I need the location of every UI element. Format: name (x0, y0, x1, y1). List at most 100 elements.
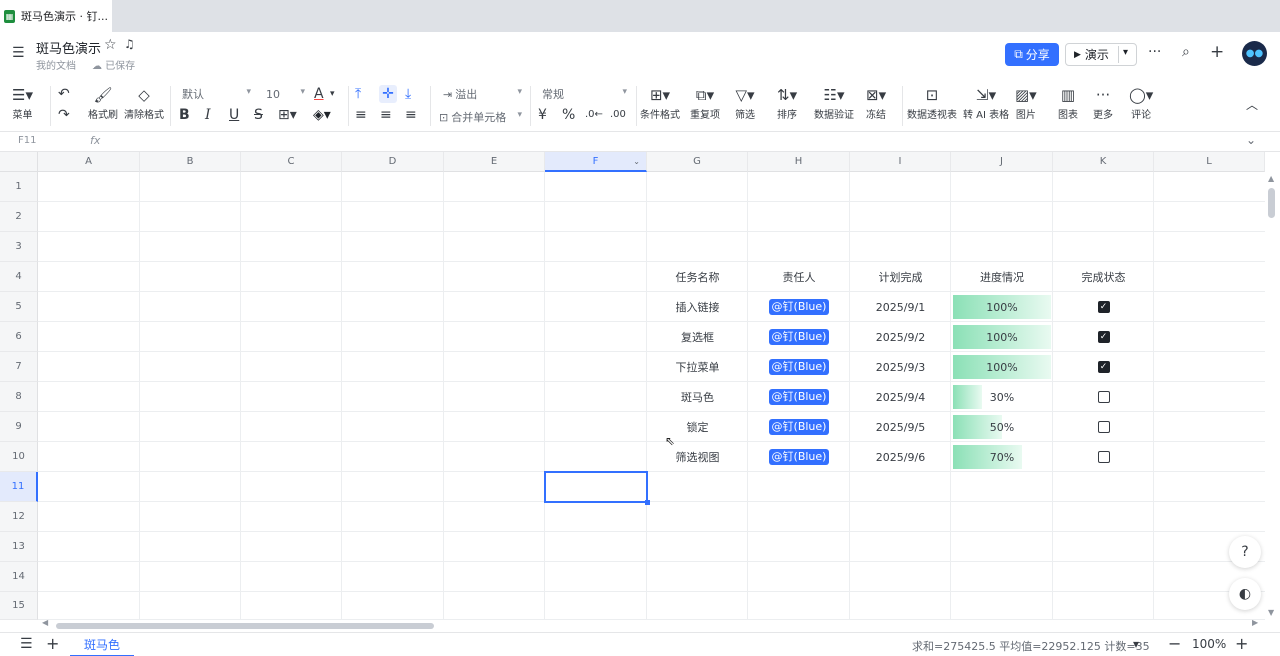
date-cell[interactable]: 2025/9/6 (850, 442, 951, 472)
percent-icon[interactable]: % (562, 106, 575, 124)
spreadsheet-grid[interactable]: A B C D E F ⌄ G H I J K L 1 2 3 4 5 6 7 8 9 10 11 12 13 14 15 任务名称 责任… (0, 152, 1280, 620)
strikethrough-icon[interactable]: S (254, 106, 263, 124)
font-color-icon[interactable]: A (314, 85, 324, 103)
menu-button[interactable]: ☰▾ 菜单 (12, 84, 33, 121)
scroll-down-icon[interactable]: ▼ (1268, 608, 1274, 617)
row-header-3[interactable]: 3 (0, 232, 38, 262)
font-size-select[interactable]: 10 ▾ (261, 84, 307, 104)
status-cell[interactable] (1053, 442, 1154, 472)
progress-value[interactable]: 100% (951, 295, 1053, 319)
column-header-b[interactable]: B (140, 152, 241, 172)
zoom-out-icon[interactable]: − (1168, 634, 1181, 653)
table-header[interactable]: 进度情况 (951, 262, 1053, 292)
underline-icon[interactable]: U (229, 106, 239, 124)
owner-cell[interactable]: @钉(Blue) (748, 382, 850, 412)
add-icon[interactable]: + (1210, 42, 1224, 62)
row-header-9[interactable]: 9 (0, 412, 38, 442)
image-button[interactable]: ▨▾ 图片 (1015, 84, 1037, 121)
task-name-cell[interactable]: 下拉菜单 (647, 352, 748, 382)
column-header-h[interactable]: H (748, 152, 850, 172)
zoom-level[interactable]: 100% (1192, 637, 1226, 651)
checkbox[interactable] (1097, 391, 1110, 403)
column-header-i[interactable]: I (850, 152, 951, 172)
table-header[interactable]: 责任人 (748, 262, 850, 292)
row-header-10[interactable]: 10 (0, 442, 38, 472)
help-button[interactable]: ? (1229, 536, 1261, 568)
chevron-down-icon[interactable]: ▾ (330, 85, 335, 103)
zoom-in-icon[interactable]: + (1235, 634, 1248, 653)
mention-chip[interactable]: @钉(Blue) (768, 389, 830, 405)
clear-format-button[interactable]: ◇ 清除格式 (124, 84, 164, 121)
theme-toggle-button[interactable]: ◐ (1229, 578, 1261, 610)
add-sheet-icon[interactable]: + (46, 634, 59, 653)
task-name-cell[interactable]: 斑马色 (647, 382, 748, 412)
date-cell[interactable]: 2025/9/5 (850, 412, 951, 442)
data-validation-button[interactable]: ☷▾ 数据验证 (814, 84, 854, 121)
task-name-cell[interactable]: 插入链接 (647, 292, 748, 322)
merge-cells-select[interactable]: ⊡ 合并单元格 ▾ (434, 107, 524, 127)
column-header-c[interactable]: C (241, 152, 342, 172)
date-cell[interactable]: 2025/9/2 (850, 322, 951, 352)
align-bottom-icon[interactable]: ⤓ (405, 85, 411, 103)
doc-title[interactable]: 斑马色演示 (36, 38, 101, 57)
column-header-a[interactable]: A (38, 152, 140, 172)
checkbox[interactable]: ✓ (1097, 301, 1110, 313)
task-name-cell[interactable]: 复选框 (647, 322, 748, 352)
align-middle-icon[interactable]: ✛ (379, 85, 397, 103)
task-name-cell[interactable]: 筛选视图 (647, 442, 748, 472)
cell-reference[interactable]: F11 (18, 135, 36, 146)
sheet-tab[interactable]: 斑马色 (70, 633, 134, 656)
owner-cell[interactable]: @钉(Blue) (748, 442, 850, 472)
row-header-11[interactable]: 11 (0, 472, 38, 502)
column-header-g[interactable]: G (647, 152, 748, 172)
bold-icon[interactable]: B (179, 106, 190, 124)
row-header-8[interactable]: 8 (0, 382, 38, 412)
share-button[interactable]: ⧉ 分享 (1005, 43, 1059, 66)
status-cell[interactable]: ✓ (1053, 352, 1154, 382)
italic-icon[interactable]: I (205, 106, 211, 124)
row-header-15[interactable]: 15 (0, 592, 38, 620)
undo-icon[interactable]: ↶ (58, 85, 70, 103)
status-cell[interactable] (1053, 412, 1154, 442)
doc-location[interactable]: 我的文档 (36, 57, 76, 72)
fill-handle[interactable] (645, 500, 650, 505)
progress-value[interactable]: 100% (951, 355, 1053, 379)
row-header-14[interactable]: 14 (0, 562, 38, 592)
mention-chip[interactable]: @钉(Blue) (768, 359, 830, 375)
redo-icon[interactable]: ↷ (58, 106, 70, 124)
checkbox[interactable] (1097, 421, 1110, 433)
table-header[interactable]: 完成状态 (1053, 262, 1154, 292)
mention-chip[interactable]: @钉(Blue) (768, 329, 830, 345)
vertical-scrollbar[interactable]: ▲ ▼ (1265, 172, 1280, 620)
date-cell[interactable]: 2025/9/1 (850, 292, 951, 322)
scroll-right-icon[interactable]: ▶ (1252, 618, 1258, 627)
decrease-decimal-icon[interactable]: .0← (585, 106, 603, 124)
align-center-icon[interactable]: ≡ (380, 106, 392, 124)
increase-decimal-icon[interactable]: .00 (610, 106, 626, 124)
row-header-7[interactable]: 7 (0, 352, 38, 382)
select-all-corner[interactable] (0, 152, 38, 172)
horizontal-scroll-thumb[interactable] (56, 623, 434, 629)
align-top-icon[interactable]: ⤒ (355, 85, 361, 103)
font-select[interactable]: 默认 ▾ (177, 84, 253, 104)
owner-cell[interactable]: @钉(Blue) (748, 412, 850, 442)
owner-cell[interactable]: @钉(Blue) (748, 292, 850, 322)
more-icon[interactable]: ··· (1148, 44, 1161, 60)
chevron-down-icon[interactable]: ⌄ (1246, 133, 1256, 147)
checkbox[interactable]: ✓ (1097, 361, 1110, 373)
comment-button[interactable]: ◯▾ 评论 (1129, 84, 1153, 121)
scroll-left-icon[interactable]: ◀ (42, 618, 48, 627)
filter-button[interactable]: ▽▾ 筛选 (735, 84, 755, 121)
pivot-table-button[interactable]: ⊡ 数据透视表 (907, 84, 957, 121)
sheet-list-icon[interactable]: ☰ (20, 636, 33, 652)
owner-cell[interactable]: @钉(Blue) (748, 352, 850, 382)
format-painter-button[interactable]: 🖌 格式刷 (88, 84, 118, 121)
column-header-j[interactable]: J (951, 152, 1053, 172)
ai-table-button[interactable]: ⇲▾ 转 AI 表格 (963, 84, 1009, 121)
progress-value[interactable]: 50% (951, 415, 1053, 439)
mention-chip[interactable]: @钉(Blue) (768, 449, 830, 465)
chevron-down-icon[interactable]: ▾ (1123, 47, 1128, 58)
present-button[interactable]: ▶ 演示 ▾ (1065, 43, 1137, 66)
chevron-down-icon[interactable]: ▾ (1133, 637, 1139, 651)
status-cell[interactable]: ✓ (1053, 322, 1154, 352)
